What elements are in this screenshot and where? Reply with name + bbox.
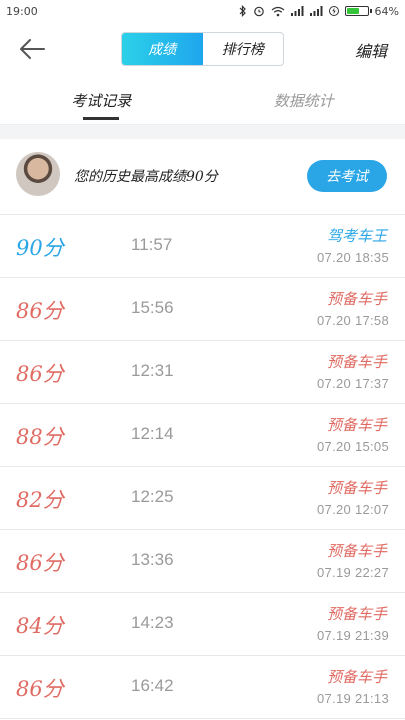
record-title: 预备车手 [326,479,387,497]
tab-statistics-label: 数据统计 [273,91,334,110]
table-row[interactable]: 86分 12:31 预备车手 07.20 17:37 [0,341,405,404]
record-duration: 11:57 [131,235,173,254]
table-row[interactable]: 88分 12:14 预备车手 07.20 15:05 [0,404,405,467]
alarm-icon [253,5,265,17]
record-title: 预备车手 [326,668,387,686]
edit-button[interactable]: 编辑 [355,38,387,62]
wifi-icon [271,6,285,17]
record-datetime: 07.20 18:35 [317,250,389,265]
records-list: 90分 11:57 驾考车王 07.20 18:35 86分 15:56 预备车手 07.20… [0,215,405,719]
signal-icon [290,6,304,16]
status-time: 19:00 [6,4,38,18]
best-score-card: 您的历史最高成绩90分 去考试 [0,138,405,215]
record-datetime: 07.20 17:37 [317,376,389,391]
record-score: 82分 [16,488,64,512]
record-duration: 13:36 [131,550,174,569]
record-duration: 12:25 [131,487,174,506]
arrow-left-icon [20,39,45,59]
tab-statistics[interactable]: 数据统计 [203,78,405,122]
record-datetime: 07.20 15:05 [317,439,389,454]
record-score: 90分 [16,236,64,260]
avatar[interactable] [16,152,60,196]
record-duration: 15:56 [131,298,174,317]
bluetooth-icon [239,5,247,17]
tab-exam-records[interactable]: 考试记录 [0,78,203,122]
record-datetime: 07.19 21:13 [317,691,389,706]
record-score: 86分 [16,299,64,323]
tab-exam-records-label: 考试记录 [71,91,132,110]
battery-percent: 64% [374,4,399,18]
table-row[interactable]: 90分 11:57 驾考车王 07.20 18:35 [0,215,405,278]
record-title: 预备车手 [326,353,387,371]
record-score: 86分 [16,551,64,575]
table-row[interactable]: 84分 14:23 预备车手 07.19 21:39 [0,593,405,656]
charging-icon [328,5,339,17]
record-duration: 16:42 [131,676,174,695]
tab-ranking[interactable]: 排行榜 [203,33,284,65]
record-datetime: 07.19 21:39 [317,628,389,643]
record-title: 预备车手 [326,290,387,308]
record-title: 预备车手 [326,542,387,560]
record-score: 86分 [16,677,64,701]
table-row[interactable]: 82分 12:25 预备车手 07.20 12:07 [0,467,405,530]
section-divider [0,124,405,139]
record-datetime: 07.19 22:27 [317,565,389,580]
segmented-control: 成绩 排行榜 [121,32,284,66]
record-title: 预备车手 [326,605,387,623]
active-tab-indicator [83,117,120,120]
record-title: 驾考车王 [326,227,387,245]
record-duration: 12:14 [131,424,174,443]
status-icons: 64% [239,5,399,18]
best-score-text: 您的历史最高成绩90分 [74,169,218,185]
record-score: 88分 [16,425,64,449]
record-datetime: 07.20 12:07 [317,502,389,517]
record-score: 84分 [16,614,64,638]
battery-level [346,8,359,14]
battery-icon [344,6,372,16]
status-bar: 19:00 64% [0,0,405,22]
table-row[interactable]: 86分 16:42 预备车手 07.19 21:13 [0,656,405,719]
go-exam-button[interactable]: 去考试 [307,160,387,192]
signal-icon [309,6,323,16]
tab-score[interactable]: 成绩 [122,33,203,65]
record-score: 86分 [16,362,64,386]
record-datetime: 07.20 17:58 [317,313,389,328]
record-duration: 12:31 [131,361,174,380]
table-row[interactable]: 86分 15:56 预备车手 07.20 17:58 [0,278,405,341]
sub-tabs: 考试记录 数据统计 [0,78,405,122]
top-bar: 成绩 排行榜 编辑 [0,22,405,78]
table-row[interactable]: 86分 13:36 预备车手 07.19 22:27 [0,530,405,593]
record-title: 预备车手 [326,416,387,434]
back-button[interactable] [18,34,52,64]
app-screen: 19:00 64% 成绩 排行榜 编辑 考试记录 数据统计 您的历史最高成绩90… [0,0,405,720]
record-duration: 14:23 [131,613,174,632]
